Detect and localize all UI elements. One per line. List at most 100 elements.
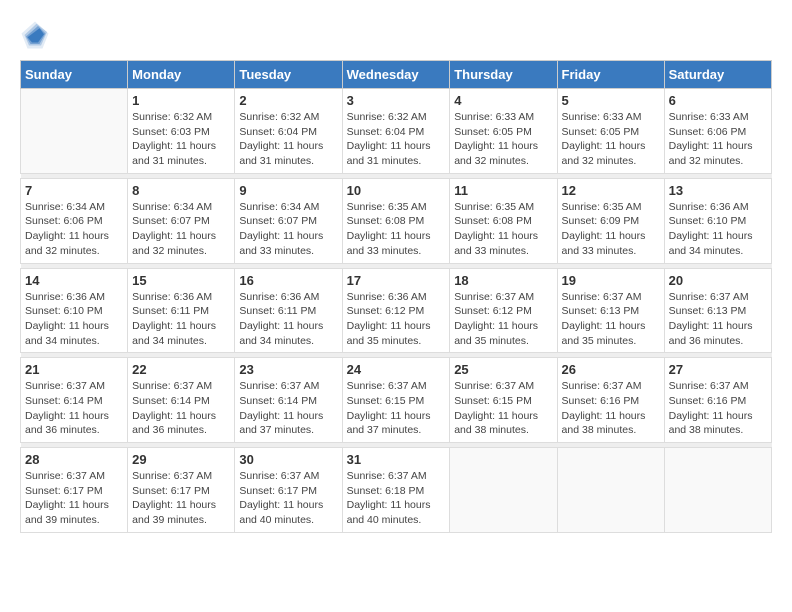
day-info: Sunrise: 6:37 AMSunset: 6:14 PMDaylight:… [132, 379, 230, 438]
calendar-cell: 2 Sunrise: 6:32 AMSunset: 6:04 PMDaylight… [235, 89, 342, 174]
weekday-header-saturday: Saturday [664, 61, 771, 89]
calendar-cell: 21 Sunrise: 6:37 AMSunset: 6:14 PMDayligh… [21, 358, 128, 443]
calendar-cell: 7 Sunrise: 6:34 AMSunset: 6:06 PMDaylight… [21, 178, 128, 263]
calendar-cell: 26Sunrise: 6:37 AMSunset: 6:16 PMDayligh… [557, 358, 664, 443]
logo [20, 20, 54, 50]
weekday-header-friday: Friday [557, 61, 664, 89]
day-info: Sunrise: 6:37 AMSunset: 6:15 PMDaylight:… [347, 379, 446, 438]
day-number: 21 [25, 362, 123, 377]
calendar-cell [21, 89, 128, 174]
weekday-header-row: SundayMondayTuesdayWednesdayThursdayFrid… [21, 61, 772, 89]
calendar-cell: 15 Sunrise: 6:36 AMSunset: 6:11 PMDayligh… [128, 268, 235, 353]
day-info: Sunrise: 6:37 AMSunset: 6:18 PMDaylight:… [347, 469, 446, 528]
day-number: 19 [562, 273, 660, 288]
calendar-cell: 25 Sunrise: 6:37 AMSunset: 6:15 PMDayligh… [450, 358, 557, 443]
day-number: 2 [239, 93, 337, 108]
page-header [20, 20, 772, 50]
day-number: 29 [132, 452, 230, 467]
calendar-cell: 19 Sunrise: 6:37 AMSunset: 6:13 PMDayligh… [557, 268, 664, 353]
day-number: 9 [239, 183, 337, 198]
day-info: Sunrise: 6:33 AMSunset: 6:05 PMDaylight:… [562, 110, 660, 169]
calendar-cell [664, 448, 771, 533]
day-number: 17 [347, 273, 446, 288]
day-number: 22 [132, 362, 230, 377]
day-info: Sunrise: 6:33 AMSunset: 6:06 PMDaylight:… [669, 110, 767, 169]
weekday-header-sunday: Sunday [21, 61, 128, 89]
day-number: 6 [669, 93, 767, 108]
day-info: Sunrise: 6:37 AMSunset: 6:12 PMDaylight:… [454, 290, 552, 349]
day-info: Sunrise: 6:36 AMSunset: 6:10 PMDaylight:… [669, 200, 767, 259]
day-number: 27 [669, 362, 767, 377]
day-number: 25 [454, 362, 552, 377]
day-info: Sunrise: 6:36 AMSunset: 6:11 PMDaylight:… [239, 290, 337, 349]
day-info: Sunrise: 6:37 AMSunset: 6:17 PMDaylight:… [132, 469, 230, 528]
calendar-cell: 3 Sunrise: 6:32 AMSunset: 6:04 PMDaylight… [342, 89, 450, 174]
calendar-week-row: 7 Sunrise: 6:34 AMSunset: 6:06 PMDaylight… [21, 178, 772, 263]
calendar-cell: 14 Sunrise: 6:36 AMSunset: 6:10 PMDayligh… [21, 268, 128, 353]
calendar-cell: 28 Sunrise: 6:37 AMSunset: 6:17 PMDayligh… [21, 448, 128, 533]
day-info: Sunrise: 6:32 AMSunset: 6:04 PMDaylight:… [239, 110, 337, 169]
weekday-header-thursday: Thursday [450, 61, 557, 89]
calendar-cell: 31 Sunrise: 6:37 AMSunset: 6:18 PMDayligh… [342, 448, 450, 533]
day-info: Sunrise: 6:36 AMSunset: 6:12 PMDaylight:… [347, 290, 446, 349]
calendar-week-row: 28 Sunrise: 6:37 AMSunset: 6:17 PMDayligh… [21, 448, 772, 533]
day-number: 12 [562, 183, 660, 198]
day-number: 13 [669, 183, 767, 198]
day-info: Sunrise: 6:37 AMSunset: 6:13 PMDaylight:… [562, 290, 660, 349]
day-info: Sunrise: 6:34 AMSunset: 6:07 PMDaylight:… [132, 200, 230, 259]
day-number: 8 [132, 183, 230, 198]
calendar-week-row: 21 Sunrise: 6:37 AMSunset: 6:14 PMDayligh… [21, 358, 772, 443]
calendar-cell: 29 Sunrise: 6:37 AMSunset: 6:17 PMDayligh… [128, 448, 235, 533]
day-number: 5 [562, 93, 660, 108]
calendar-cell: 18 Sunrise: 6:37 AMSunset: 6:12 PMDayligh… [450, 268, 557, 353]
day-info: Sunrise: 6:37 AMSunset: 6:14 PMDaylight:… [25, 379, 123, 438]
day-number: 7 [25, 183, 123, 198]
calendar-cell [557, 448, 664, 533]
day-info: Sunrise: 6:36 AMSunset: 6:11 PMDaylight:… [132, 290, 230, 349]
day-number: 28 [25, 452, 123, 467]
calendar-cell: 20Sunrise: 6:37 AMSunset: 6:13 PMDayligh… [664, 268, 771, 353]
calendar-cell: 17 Sunrise: 6:36 AMSunset: 6:12 PMDayligh… [342, 268, 450, 353]
calendar-cell: 9 Sunrise: 6:34 AMSunset: 6:07 PMDaylight… [235, 178, 342, 263]
day-info: Sunrise: 6:35 AMSunset: 6:08 PMDaylight:… [347, 200, 446, 259]
calendar-table: SundayMondayTuesdayWednesdayThursdayFrid… [20, 60, 772, 533]
weekday-header-monday: Monday [128, 61, 235, 89]
calendar-cell: 27 Sunrise: 6:37 AMSunset: 6:16 PMDayligh… [664, 358, 771, 443]
calendar-cell: 16Sunrise: 6:36 AMSunset: 6:11 PMDayligh… [235, 268, 342, 353]
calendar-cell: 11Sunrise: 6:35 AMSunset: 6:08 PMDayligh… [450, 178, 557, 263]
calendar-cell: 12Sunrise: 6:35 AMSunset: 6:09 PMDayligh… [557, 178, 664, 263]
day-info: Sunrise: 6:34 AMSunset: 6:07 PMDaylight:… [239, 200, 337, 259]
calendar-cell: 13 Sunrise: 6:36 AMSunset: 6:10 PMDayligh… [664, 178, 771, 263]
day-info: Sunrise: 6:33 AMSunset: 6:05 PMDaylight:… [454, 110, 552, 169]
day-number: 18 [454, 273, 552, 288]
day-number: 3 [347, 93, 446, 108]
day-number: 23 [239, 362, 337, 377]
day-number: 31 [347, 452, 446, 467]
day-info: Sunrise: 6:37 AMSunset: 6:15 PMDaylight:… [454, 379, 552, 438]
day-info: Sunrise: 6:34 AMSunset: 6:06 PMDaylight:… [25, 200, 123, 259]
calendar-week-row: 1 Sunrise: 6:32 AMSunset: 6:03 PMDaylight… [21, 89, 772, 174]
day-number: 24 [347, 362, 446, 377]
calendar-cell: 22 Sunrise: 6:37 AMSunset: 6:14 PMDayligh… [128, 358, 235, 443]
day-number: 30 [239, 452, 337, 467]
day-number: 11 [454, 183, 552, 198]
day-info: Sunrise: 6:37 AMSunset: 6:17 PMDaylight:… [25, 469, 123, 528]
day-info: Sunrise: 6:32 AMSunset: 6:04 PMDaylight:… [347, 110, 446, 169]
day-number: 4 [454, 93, 552, 108]
calendar-cell: 10Sunrise: 6:35 AMSunset: 6:08 PMDayligh… [342, 178, 450, 263]
day-number: 14 [25, 273, 123, 288]
day-info: Sunrise: 6:32 AMSunset: 6:03 PMDaylight:… [132, 110, 230, 169]
day-number: 1 [132, 93, 230, 108]
day-info: Sunrise: 6:37 AMSunset: 6:16 PMDaylight:… [669, 379, 767, 438]
day-info: Sunrise: 6:37 AMSunset: 6:16 PMDaylight:… [562, 379, 660, 438]
calendar-cell: 30 Sunrise: 6:37 AMSunset: 6:17 PMDayligh… [235, 448, 342, 533]
day-number: 20 [669, 273, 767, 288]
calendar-cell: 23Sunrise: 6:37 AMSunset: 6:14 PMDayligh… [235, 358, 342, 443]
day-number: 15 [132, 273, 230, 288]
day-info: Sunrise: 6:37 AMSunset: 6:17 PMDaylight:… [239, 469, 337, 528]
calendar-cell [450, 448, 557, 533]
day-info: Sunrise: 6:36 AMSunset: 6:10 PMDaylight:… [25, 290, 123, 349]
weekday-header-wednesday: Wednesday [342, 61, 450, 89]
calendar-cell: 5 Sunrise: 6:33 AMSunset: 6:05 PMDaylight… [557, 89, 664, 174]
calendar-cell: 8 Sunrise: 6:34 AMSunset: 6:07 PMDaylight… [128, 178, 235, 263]
